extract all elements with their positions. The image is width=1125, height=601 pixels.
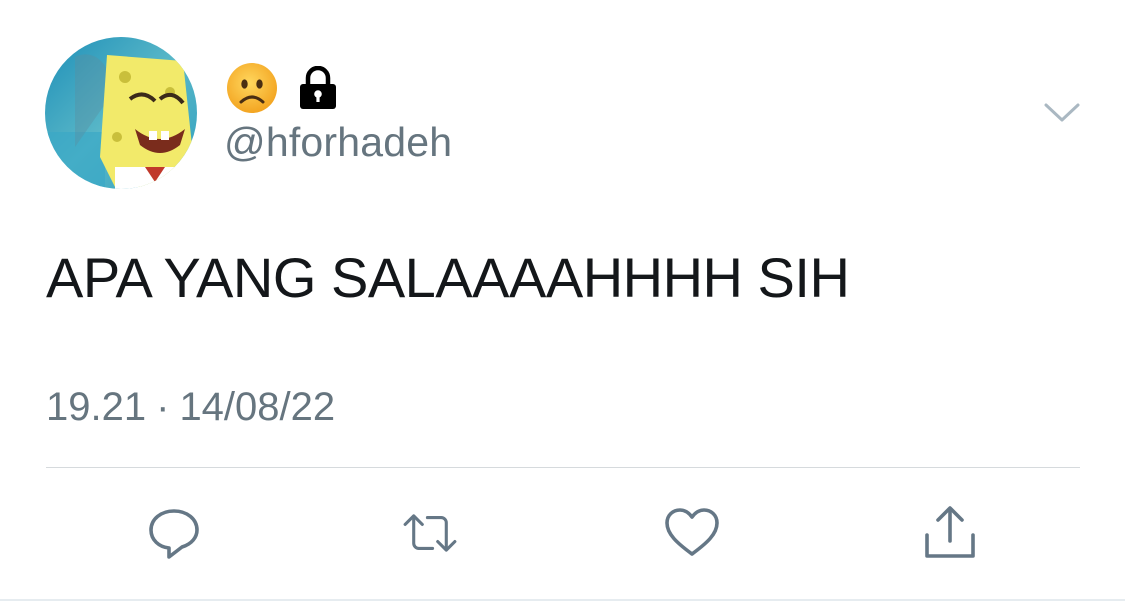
- chevron-down-icon[interactable]: [1042, 97, 1082, 127]
- share-button[interactable]: [920, 503, 980, 563]
- author-handle[interactable]: @hforhadeh: [224, 118, 452, 166]
- meta-separator: ·: [156, 385, 170, 429]
- tweet-timestamp[interactable]: 19.21 · 14/08/22: [46, 383, 335, 431]
- comment-icon: [149, 509, 199, 559]
- tweet-time: 19.21: [46, 385, 147, 429]
- avatar-image: [45, 37, 197, 189]
- reply-button[interactable]: [144, 503, 204, 563]
- retweet-button[interactable]: [400, 503, 460, 563]
- lock-icon: [298, 66, 338, 110]
- divider: [46, 467, 1080, 468]
- avatar[interactable]: [45, 37, 197, 189]
- heart-icon: [665, 508, 719, 556]
- frowning-face-icon: [226, 62, 278, 114]
- author-name-row: [226, 61, 338, 115]
- tweet-text: APA YANG SALAAAAHHHH SIH: [46, 246, 850, 309]
- tweet-date: 14/08/22: [179, 385, 336, 429]
- like-button[interactable]: [662, 503, 722, 563]
- share-icon: [925, 506, 975, 558]
- retweet-icon: [403, 514, 457, 552]
